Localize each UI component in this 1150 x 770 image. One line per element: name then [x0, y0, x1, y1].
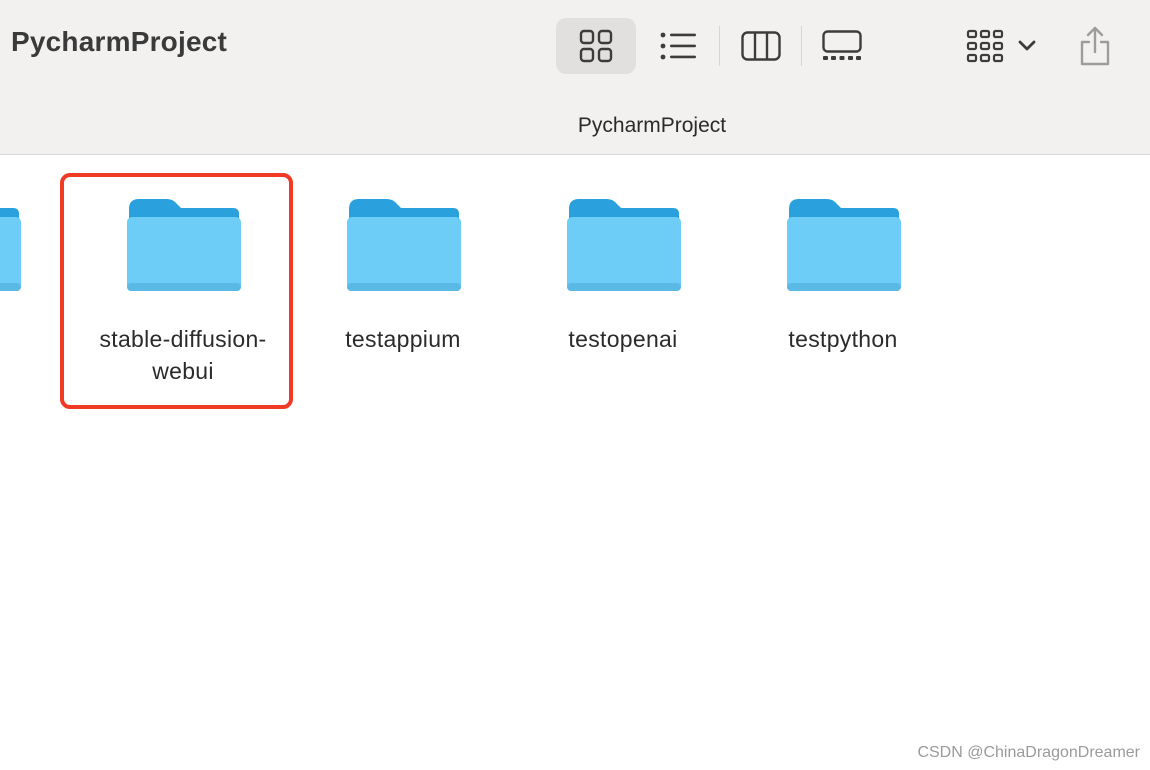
file-grid: hon stable-diffusion- webui testappium t… [0, 155, 1150, 770]
icon-view-button[interactable] [556, 18, 636, 74]
folder-name: testappium [345, 326, 461, 352]
share-icon [1080, 26, 1110, 66]
list-view-button[interactable] [650, 18, 706, 74]
gallery-view-icon [822, 30, 862, 60]
chevron-down-icon [1018, 40, 1036, 51]
folder-icon [0, 208, 21, 291]
folder-item-testopenai[interactable]: testopenai [513, 155, 733, 405]
folder-item-testpython[interactable]: testpython [733, 155, 953, 405]
toolbar: PycharmProject [0, 0, 1150, 92]
group-by-button[interactable] [956, 18, 1046, 74]
list-view-icon [660, 32, 696, 60]
folder-icon [567, 199, 681, 291]
toolbar-separator [719, 26, 720, 66]
folder-name: testpython [788, 326, 898, 352]
folder-name: testopenai [568, 326, 678, 352]
column-view-icon [741, 31, 781, 61]
window-title: PycharmProject [11, 26, 228, 57]
gallery-view-button[interactable] [812, 18, 872, 74]
icon-grid-view-icon [579, 29, 613, 63]
path-bar-label[interactable]: PycharmProject [0, 114, 1150, 138]
folder-icon [787, 199, 901, 291]
share-button[interactable] [1072, 18, 1118, 74]
path-bar: PycharmProject [0, 92, 1150, 155]
folder-icon [347, 199, 461, 291]
folder-item-testappium[interactable]: testappium [293, 155, 513, 405]
watermark: CSDN @ChinaDragonDreamer [917, 744, 1140, 761]
toolbar-separator [801, 26, 802, 66]
selection-highlight-box [60, 173, 293, 409]
group-by-icon [966, 29, 1004, 63]
column-view-button[interactable] [732, 18, 790, 74]
